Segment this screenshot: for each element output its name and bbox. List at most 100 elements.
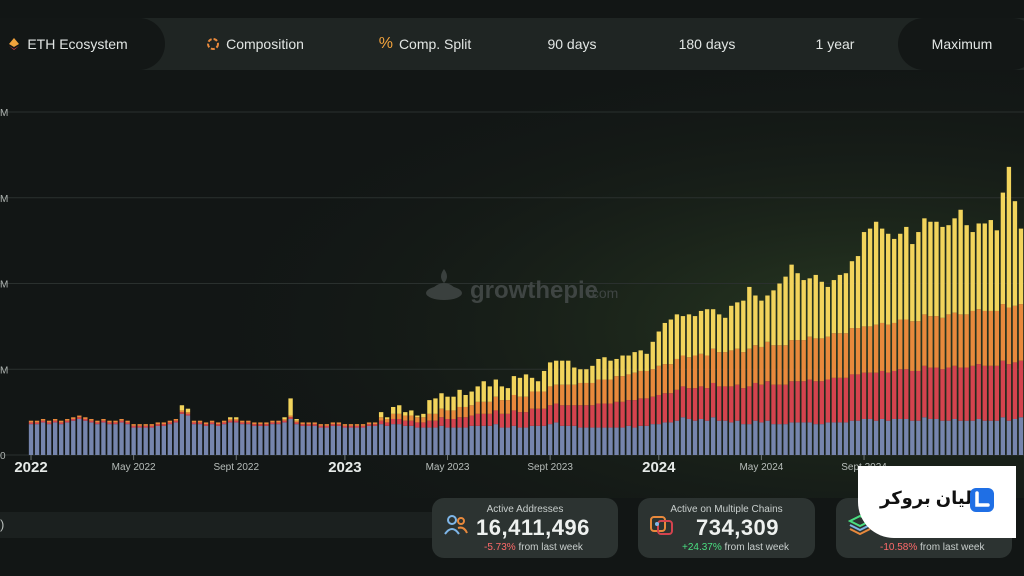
chains-icon — [650, 514, 674, 541]
bar-segment — [759, 300, 764, 347]
bar-segment — [318, 427, 323, 455]
bar-segment — [596, 427, 601, 455]
bar-segment — [855, 420, 861, 455]
bar-segment — [523, 412, 529, 428]
bar-segment — [566, 425, 571, 455]
tab-90-days[interactable]: 90 days — [522, 18, 622, 70]
bar-segment — [644, 370, 649, 399]
tab-eth-ecosystem[interactable]: ETH Ecosystem — [0, 18, 165, 70]
bar-segment — [161, 424, 166, 426]
bar-segment — [372, 422, 378, 425]
bar-segment — [113, 424, 118, 455]
brand-badge[interactable]: لیان بروکر — [858, 466, 1016, 538]
bar-segment — [590, 365, 595, 383]
bar-segment — [698, 310, 704, 354]
tab-composition[interactable]: Composition — [190, 18, 320, 70]
bar-segment — [240, 424, 245, 455]
bar-segment — [849, 420, 855, 455]
bar-segment — [620, 427, 625, 455]
y-tick-label: M — [0, 108, 8, 119]
bar-segment — [288, 417, 293, 419]
bar-segment — [475, 401, 480, 414]
bar-segment — [252, 424, 257, 426]
bar-segment — [167, 422, 173, 425]
tab-comp-split[interactable]: % Comp. Split — [360, 18, 490, 70]
bar-segment — [656, 365, 661, 395]
bar-segment — [445, 396, 450, 411]
bar-segment — [113, 422, 118, 425]
bar-segment — [849, 261, 855, 329]
bar-segment — [276, 424, 281, 455]
bar-segment — [988, 220, 993, 311]
bar-segment — [608, 403, 613, 428]
bar-segment — [910, 420, 915, 455]
bar-segment — [529, 408, 535, 426]
bar-segment — [674, 314, 680, 359]
bar-segment — [873, 221, 879, 325]
bar-segment — [366, 424, 372, 426]
bar-segment — [686, 314, 692, 358]
bar-segment — [590, 382, 595, 406]
bar-segment — [747, 286, 752, 349]
bar-segment — [777, 384, 782, 425]
bar-segment — [348, 424, 354, 426]
bar-segment — [469, 391, 474, 406]
bar-segment — [421, 413, 426, 418]
bar-segment — [40, 420, 46, 423]
bar-segment — [415, 422, 420, 428]
bar-segment — [729, 386, 734, 423]
bar-segment — [813, 381, 818, 425]
bar-segment — [282, 417, 287, 419]
bar-segment — [354, 425, 360, 428]
bar-segment — [107, 420, 112, 423]
bar-segment — [662, 364, 668, 394]
bar-segment — [716, 386, 722, 421]
bar-segment — [52, 422, 58, 455]
tab-180-days[interactable]: 180 days — [657, 18, 757, 70]
bar-segment — [825, 379, 830, 423]
stat-card-multiple-chains: Active on Multiple Chains 734,309 +24.37… — [638, 498, 815, 558]
bar-segment — [958, 420, 963, 455]
bar-segment — [898, 233, 903, 320]
bar-segment — [662, 393, 668, 423]
bar-segment — [638, 370, 643, 399]
bar-segment — [578, 427, 583, 455]
bar-segment — [994, 420, 1000, 455]
bar-segment — [710, 309, 716, 349]
bar-segment — [469, 405, 474, 416]
bar-segment — [855, 328, 861, 375]
bar-segment — [330, 424, 336, 426]
bar-segment — [572, 367, 577, 385]
bar-segment — [596, 358, 601, 380]
bar-segment — [46, 422, 52, 425]
bar-segment — [946, 420, 951, 455]
bar-segment — [970, 365, 975, 421]
bar-segment — [602, 427, 607, 455]
bar-segment — [547, 386, 553, 406]
timeframe-bar: ETH Ecosystem Composition % Comp. Split … — [0, 18, 1024, 70]
bar-segment — [771, 345, 776, 385]
bar-segment — [626, 355, 631, 375]
bar-segment — [922, 417, 927, 455]
bar-segment — [771, 424, 776, 455]
bar-segment — [578, 405, 583, 428]
bar-segment — [729, 422, 734, 455]
bar-segment — [873, 324, 879, 373]
tab-maximum[interactable]: Maximum — [898, 18, 1024, 70]
bar-segment — [771, 384, 776, 425]
bar-segment — [348, 427, 354, 455]
bar-segment — [741, 424, 746, 455]
bar-segment — [95, 422, 100, 425]
bar-segment — [517, 377, 523, 397]
bar-segment — [765, 341, 770, 382]
bar-segment — [511, 425, 517, 455]
bar-segment — [668, 364, 674, 394]
bar-segment — [378, 412, 384, 418]
bar-segment — [312, 422, 317, 425]
bar-segment — [849, 328, 855, 375]
bar-segment — [137, 424, 142, 426]
bar-segment — [535, 381, 541, 392]
bar-segment — [427, 413, 432, 421]
tab-1-year[interactable]: 1 year — [790, 18, 880, 70]
bar-segment — [155, 424, 160, 426]
